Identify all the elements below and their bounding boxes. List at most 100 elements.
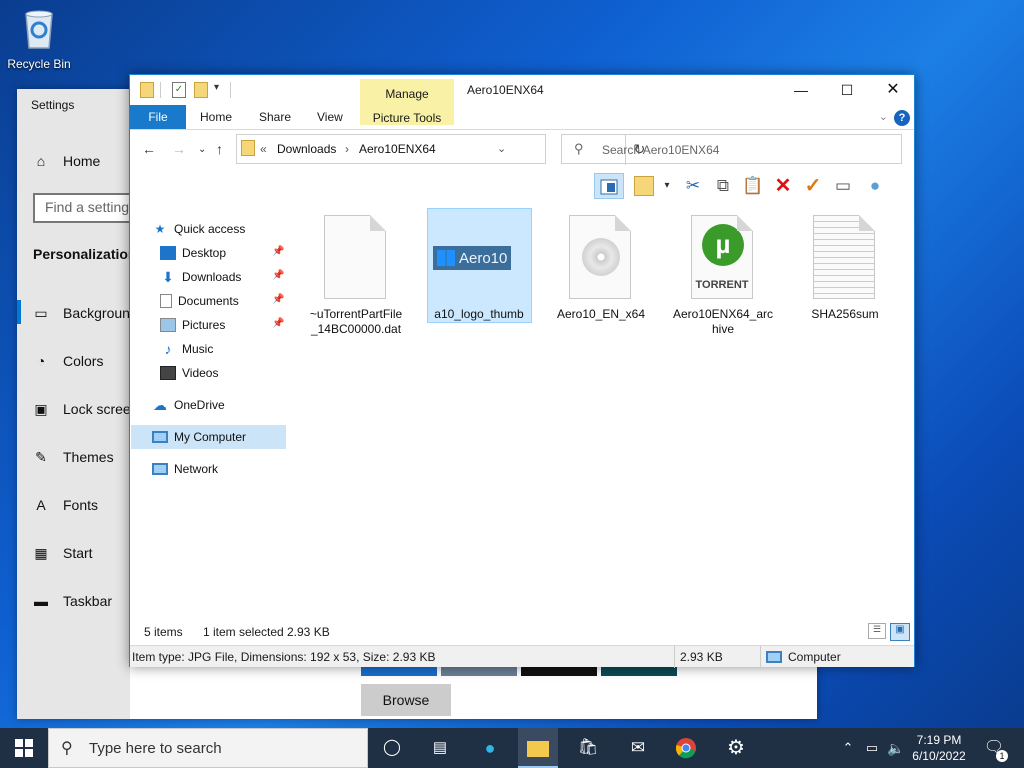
settings-nav-lockscreen[interactable]: ▣ Lock screen bbox=[33, 401, 138, 417]
settings-nav-taskbar[interactable]: ▬ Taskbar bbox=[33, 593, 112, 609]
details-view-icon[interactable]: ☰ bbox=[868, 623, 886, 639]
path-overflow[interactable]: « bbox=[260, 142, 267, 156]
file-item[interactable]: SHA256sum bbox=[789, 211, 901, 322]
windows-start-icon[interactable] bbox=[12, 736, 36, 760]
settings-home[interactable]: ⌂ Home bbox=[33, 153, 101, 169]
preview-pane-button[interactable] bbox=[594, 173, 624, 199]
network-globe-icon[interactable]: ● bbox=[862, 173, 888, 199]
taskbar-search-input[interactable]: Type here to search bbox=[89, 740, 222, 757]
back-arrow-icon[interactable]: ← bbox=[142, 141, 156, 157]
film-icon bbox=[160, 366, 176, 380]
tree-network[interactable]: Network bbox=[152, 462, 218, 476]
file-name: Aero10ENX64_arc bbox=[672, 307, 774, 321]
tree-downloads[interactable]: ⬇ Downloads bbox=[160, 270, 241, 284]
task-view-icon[interactable]: ▤ bbox=[428, 736, 452, 760]
settings-nav-fonts[interactable]: A Fonts bbox=[33, 497, 98, 513]
minimize-button[interactable]: — bbox=[778, 75, 824, 105]
tree-music[interactable]: ♪ Music bbox=[160, 341, 214, 357]
recycle-bin-icon bbox=[25, 10, 53, 49]
mail-icon[interactable]: ✉ bbox=[626, 736, 650, 760]
expand-ribbon-icon[interactable]: ⌄ bbox=[879, 110, 888, 123]
breadcrumb-folder[interactable]: Aero10ENX64 bbox=[359, 142, 436, 156]
view-dropdown-icon[interactable]: ▾ bbox=[654, 173, 680, 199]
browse-button[interactable]: Browse bbox=[361, 684, 451, 716]
file-item[interactable]: Aero10_EN_x64 bbox=[545, 211, 657, 322]
pin-icon[interactable]: 📌 bbox=[272, 318, 284, 329]
settings-nav-background[interactable]: ▭ Background bbox=[33, 305, 137, 321]
network-status-icon[interactable]: ▭ bbox=[860, 736, 884, 760]
tree-label: Music bbox=[182, 342, 214, 356]
wallpaper-thumb[interactable] bbox=[361, 666, 437, 676]
cut-icon[interactable]: ✂ bbox=[680, 173, 706, 199]
tab-share[interactable]: Share bbox=[259, 105, 291, 129]
up-arrow-icon[interactable]: ↑ bbox=[216, 141, 223, 157]
volume-icon[interactable]: 🔈 bbox=[884, 736, 908, 760]
recycle-bin[interactable]: Recycle Bin bbox=[4, 8, 74, 71]
settings-nav-themes[interactable]: ✎ Themes bbox=[33, 449, 113, 465]
breadcrumb-separator-icon[interactable]: › bbox=[345, 142, 349, 156]
settings-home-label: Home bbox=[63, 153, 101, 169]
store-icon[interactable]: 🛍 bbox=[576, 736, 600, 760]
file-item[interactable]: µ TORRENT Aero10ENX64_arc hive bbox=[667, 211, 779, 337]
tab-home[interactable]: Home bbox=[200, 105, 232, 129]
item-size: 2.93 KB bbox=[680, 650, 723, 664]
quick-access-toolbar: ✓ ▾ Manage Picture Tools Aero10ENX64 — ☐… bbox=[130, 75, 916, 125]
recent-locations-icon[interactable]: ⌄ bbox=[198, 144, 206, 155]
paste-icon[interactable]: 📋 bbox=[740, 173, 766, 199]
search-input[interactable]: Search Aero10ENX64 bbox=[602, 143, 719, 157]
edge-icon[interactable]: ● bbox=[478, 736, 502, 760]
tree-label: Network bbox=[174, 462, 219, 476]
rename-check-icon[interactable]: ✓ bbox=[800, 173, 826, 199]
address-bar[interactable]: « Downloads › Aero10ENX64 ⌄ ↻ bbox=[236, 134, 645, 165]
tab-file[interactable]: File bbox=[130, 105, 186, 129]
file-name-cont: hive bbox=[711, 322, 734, 336]
settings-nav-colors[interactable]: ◔ Colors bbox=[33, 353, 104, 369]
customize-qat-icon[interactable]: ▾ bbox=[214, 82, 219, 98]
tab-view[interactable]: View bbox=[317, 105, 343, 129]
address-dropdown-icon[interactable]: ⌄ bbox=[497, 142, 506, 155]
new-folder-icon[interactable] bbox=[194, 82, 208, 98]
tree-desktop[interactable]: Desktop bbox=[160, 246, 226, 260]
properties-icon[interactable]: ✓ bbox=[172, 82, 186, 98]
tree-quick-access[interactable]: ★ Quick access bbox=[152, 222, 246, 236]
file-item[interactable]: ~uTorrentPartFile _14BC00000.dat bbox=[300, 211, 412, 337]
folder-view-icon[interactable] bbox=[634, 176, 654, 196]
pin-icon[interactable]: 📌 bbox=[272, 246, 284, 257]
maximize-button[interactable]: ☐ bbox=[824, 75, 870, 105]
start-grid-icon: ▦ bbox=[34, 545, 48, 561]
command-toolbar: ▾ ✂ ⧉ 📋 ✕ ✓ ▭ ● bbox=[592, 173, 912, 201]
wallpaper-thumb[interactable] bbox=[441, 666, 517, 676]
show-hidden-icons-chevron[interactable]: ⌃ bbox=[836, 736, 860, 760]
pin-icon[interactable]: 📌 bbox=[272, 294, 284, 305]
close-button[interactable]: ✕ bbox=[870, 75, 916, 105]
tree-documents[interactable]: Documents bbox=[160, 294, 239, 308]
copy-icon[interactable]: ⧉ bbox=[710, 173, 736, 199]
clock[interactable]: 7:19 PM 6/10/2022 bbox=[908, 732, 970, 764]
settings-gear-icon[interactable]: ⚙ bbox=[724, 736, 748, 760]
search-box[interactable]: ⚲ Search Aero10ENX64 bbox=[561, 134, 902, 164]
lock-screen-icon: ▣ bbox=[34, 401, 48, 417]
tree-videos[interactable]: Videos bbox=[160, 366, 218, 380]
wallpaper-thumb[interactable] bbox=[601, 666, 677, 676]
properties-card-icon[interactable]: ▭ bbox=[830, 173, 856, 199]
cortana-icon[interactable]: ◯ bbox=[380, 736, 404, 760]
tree-pictures[interactable]: Pictures bbox=[160, 318, 225, 332]
forward-arrow-icon[interactable]: → bbox=[172, 141, 186, 157]
recycle-bin-label: Recycle Bin bbox=[7, 57, 71, 71]
wallpaper-thumb[interactable] bbox=[521, 666, 597, 676]
file-item-selected[interactable]: Aero10 a10_logo_thumb bbox=[423, 211, 535, 322]
music-note-icon: ♪ bbox=[164, 341, 172, 357]
file-explorer-taskbar-icon[interactable] bbox=[518, 728, 558, 768]
settings-nav-start[interactable]: ▦ Start bbox=[33, 545, 92, 561]
pin-icon[interactable]: 📌 bbox=[272, 270, 284, 281]
tree-onedrive[interactable]: ☁ OneDrive bbox=[152, 398, 225, 412]
tree-my-computer[interactable]: My Computer bbox=[152, 430, 246, 444]
chrome-icon[interactable] bbox=[674, 736, 698, 760]
taskbar-search-box[interactable]: ⚲ Type here to search bbox=[48, 728, 368, 768]
document-icon bbox=[160, 294, 172, 308]
large-icons-view-icon[interactable]: ▣ bbox=[890, 623, 910, 641]
help-icon[interactable]: ? bbox=[894, 110, 910, 126]
delete-icon[interactable]: ✕ bbox=[770, 173, 796, 199]
breadcrumb-downloads[interactable]: Downloads bbox=[277, 142, 336, 156]
find-setting-input[interactable]: Find a setting bbox=[33, 193, 143, 223]
